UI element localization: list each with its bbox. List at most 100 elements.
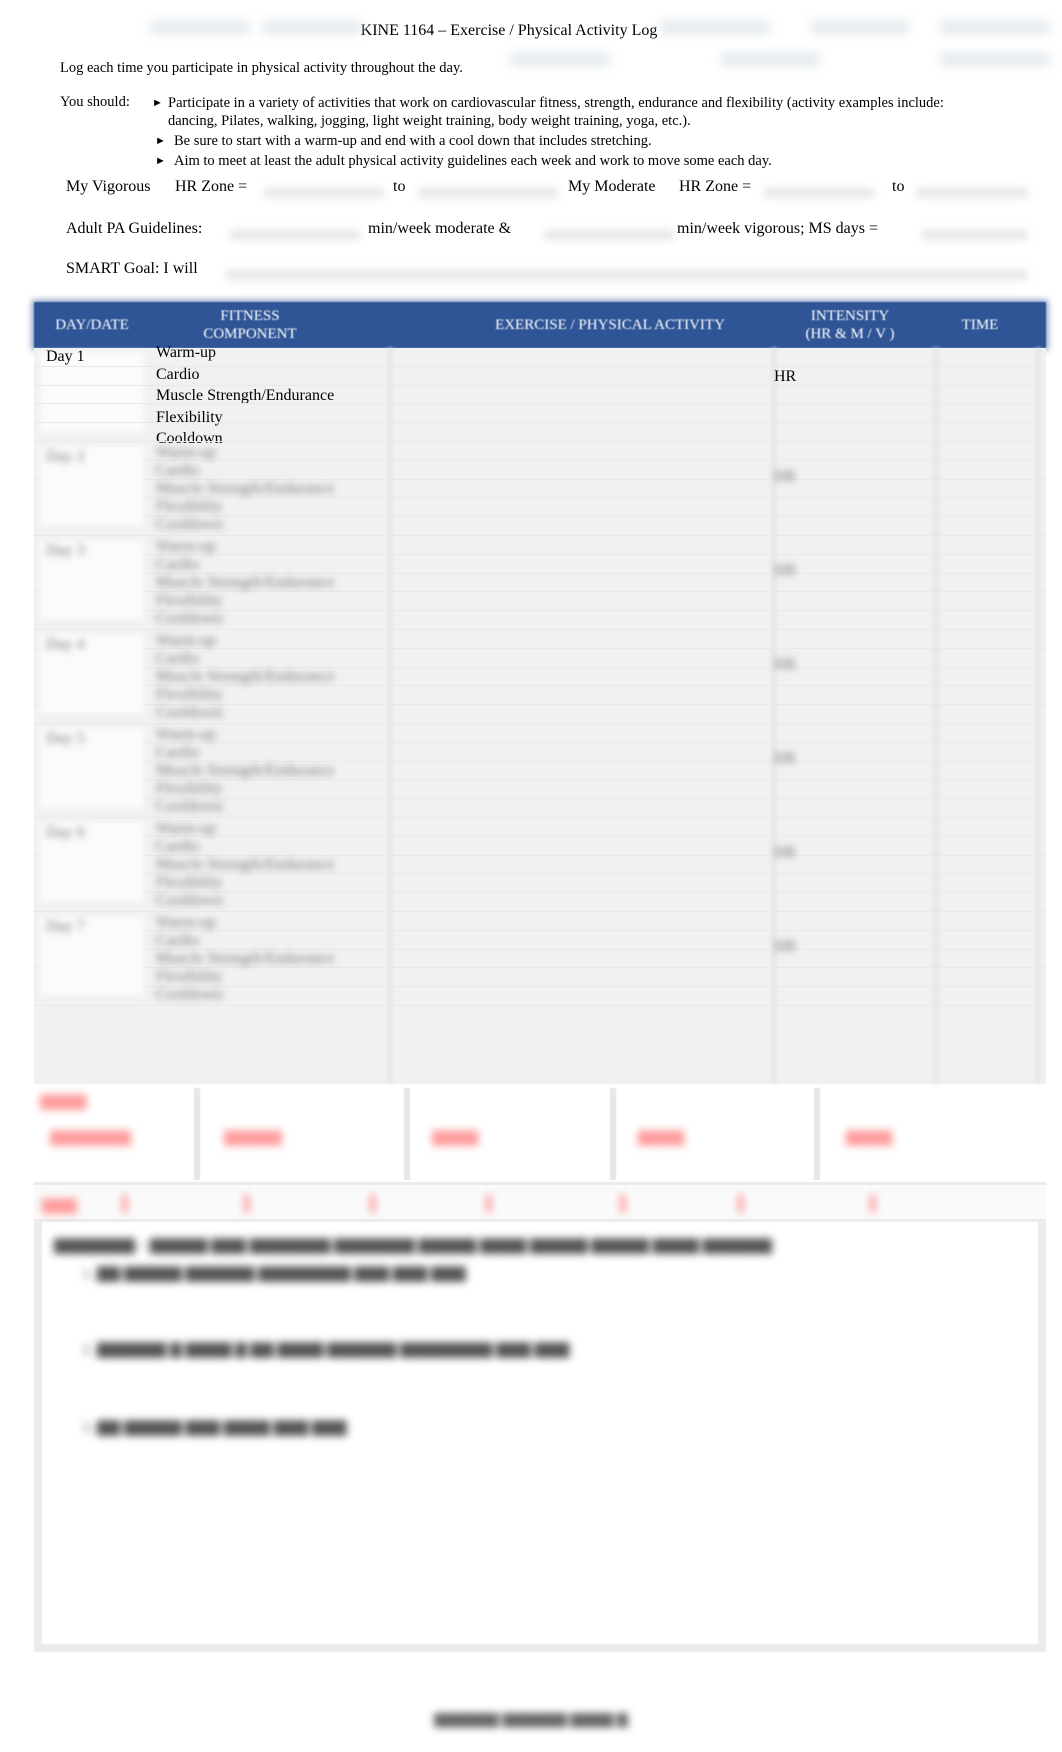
day-label[interactable]: Day 5	[46, 730, 85, 748]
weekly-summary: ▇▇▇▇ ▇▇▇▇▇▇▇ ▇▇▇▇▇ ▇▇▇▇ ▇▇▇▇ ▇▇▇▇	[34, 1088, 1046, 1180]
row-divider	[34, 629, 1046, 630]
component-item: Muscle Strength/Endurance	[156, 668, 335, 685]
component-list: Warm-up Cardio Muscle Strength/Endurance Fl…	[156, 632, 334, 722]
blurred-decoration	[510, 52, 610, 66]
vigorous-hr-label: HR Zone =	[175, 178, 248, 195]
ms-days-field[interactable]	[922, 230, 1028, 240]
component-item: Cooldown	[156, 798, 223, 815]
col-header-day-date: DAY/DATE	[55, 317, 129, 333]
reflection-question[interactable]: 3. ▇▇ ▇▇▇▇▇ ▇▇▇ ▇▇▇▇ ▇▇▇ ▇▇▇	[82, 1418, 346, 1437]
vigorous-hr-to-field[interactable]	[418, 188, 558, 198]
component-item: Warm-up	[156, 726, 217, 743]
component-item: Muscle Strength/Endurance	[156, 762, 335, 779]
component-item: Cooldown	[156, 704, 223, 721]
moderate-label: My Moderate	[568, 178, 656, 195]
component-item: Cooldown	[156, 516, 223, 533]
blurred-decoration	[150, 20, 250, 34]
moderate-minutes-field[interactable]	[230, 230, 360, 240]
bullet-arrow-icon: ►	[155, 155, 166, 167]
component-item: Cardio	[156, 932, 200, 949]
row-divider	[34, 535, 1046, 536]
col-header-time: TIME	[961, 317, 999, 333]
row-divider	[34, 441, 1046, 442]
vigorous-label: My Vigorous	[66, 178, 151, 195]
column-divider	[772, 348, 776, 1084]
reflection-question[interactable]: 2. ▇▇▇▇▇▇ ▇ ▇▇▇▇ ▇ ▇▇ ▇▇▇▇ ▇▇▇▇▇▇ ▇▇▇▇▇▇…	[82, 1340, 569, 1359]
smart-goal-field[interactable]	[226, 270, 1028, 280]
moderate-hr-label: HR Zone =	[679, 178, 752, 195]
component-list: Warm-up Cardio Muscle Strength/Endurance Fl…	[156, 820, 334, 910]
row-divider	[34, 403, 1046, 405]
page-footer: ▇▇▇▇▇▇ ▇▇▇▇▇▇ ▇▇▇▇ ▇	[434, 1713, 628, 1728]
blurred-decoration	[660, 20, 770, 34]
day-label[interactable]: Day 1	[46, 348, 85, 366]
component-list: Warm-up Cardio Muscle Strength/Endurance Fl…	[156, 726, 334, 816]
vigorous-minutes-field[interactable]	[544, 230, 674, 240]
component-list: Warm-up Cardio Muscle Strength/Endurance Fl…	[156, 538, 334, 628]
row-divider	[34, 384, 1046, 386]
blurred-decoration	[720, 52, 820, 66]
intensity-hr-label: HR	[774, 368, 797, 385]
component-item: Warm-up	[156, 538, 217, 555]
component-item: Flexibility	[156, 498, 223, 515]
row-divider	[34, 817, 1046, 818]
intensity-hr-label: HR	[774, 562, 797, 579]
guidelines-label: Adult PA Guidelines:	[66, 220, 203, 237]
day-label[interactable]: Day 6	[46, 824, 85, 842]
component-item: Muscle Strength/Endurance	[156, 856, 335, 873]
component-list: Warm-up Cardio Muscle Strength/Endurance…	[156, 342, 334, 450]
bullet-item: ► Participate in a variety of activities…	[152, 95, 944, 129]
component-item: Cooldown	[156, 892, 223, 909]
intensity-hr-label: HR	[774, 750, 797, 767]
row-divider	[34, 723, 1046, 724]
smart-goal-label: SMART Goal: I will	[66, 260, 198, 277]
intensity-hr-label: HR	[774, 938, 797, 955]
component-item: Cardio	[156, 650, 200, 667]
component-item: Muscle Strength/Endurance	[156, 574, 335, 591]
bullet-arrow-icon: ►	[155, 135, 166, 147]
moderate-hr-to-field[interactable]	[916, 188, 1028, 198]
component-item: Warm-up	[156, 914, 217, 931]
instruction-bullets: ► Participate in a variety of activities…	[152, 94, 972, 172]
row-divider	[34, 365, 1046, 367]
you-should-label: You should:	[60, 94, 130, 110]
reflection-question[interactable]: 1. ▇▇ ▇▇▇▇▇ ▇▇▇▇▇▇ ▇▇▇▇▇▇▇▇ ▇▇▇ ▇▇▇ ▇▇▇	[82, 1264, 466, 1283]
component-flexibility: Flexibility	[156, 408, 223, 426]
table-body: Day 1 Warm-up Cardio Muscle Strength/End…	[34, 344, 1046, 1084]
column-divider	[1036, 348, 1040, 1084]
activity-log-table: DAY/DATE FITNESS COMPONENT EXERCISE / PH…	[34, 302, 1046, 1084]
moderate-hr-from-field[interactable]	[764, 188, 874, 198]
day-label[interactable]: Day 7	[46, 918, 85, 936]
component-list: Warm-up Cardio Muscle Strength/Endurance Fl…	[156, 444, 334, 534]
blurred-decoration	[810, 20, 910, 34]
component-item: Warm-up	[156, 632, 217, 649]
component-item: Flexibility	[156, 686, 223, 703]
intensity-hr-label: HR	[774, 844, 797, 861]
guidelines-vigorous-label: min/week vigorous; MS days =	[677, 220, 879, 237]
component-item: Muscle Strength/Endurance	[156, 480, 335, 497]
column-divider	[388, 348, 392, 1084]
intensity-hr-label: HR	[774, 468, 797, 485]
day-label[interactable]: Day 4	[46, 636, 85, 654]
blurred-decoration	[262, 20, 362, 34]
row-divider	[34, 422, 1046, 424]
moderate-to-label: to	[892, 178, 905, 195]
bullet-item: ► Aim to meet at least the adult physica…	[155, 153, 772, 169]
bullet-arrow-icon: ►	[152, 97, 163, 109]
component-item: Muscle Strength/Endurance	[156, 950, 335, 967]
component-item: Flexibility	[156, 874, 223, 891]
component-item: Cardio	[156, 744, 200, 761]
intro-text: Log each time you participate in physica…	[60, 60, 463, 76]
blurred-decoration	[940, 52, 1050, 66]
component-list: Warm-up Cardio Muscle Strength/Endurance Fl…	[156, 914, 334, 1004]
component-item: Warm-up	[156, 820, 217, 837]
row-divider	[34, 1005, 1046, 1006]
component-item: Cardio	[156, 556, 200, 573]
reflection-section: ▇▇▇▇▇▇▇ – ▇▇▇▇▇ ▇▇▇ ▇▇▇▇▇▇▇ ▇▇▇▇▇▇▇ ▇▇▇▇…	[34, 1222, 1046, 1652]
day-label[interactable]: Day 2	[46, 448, 85, 466]
component-item: Cardio	[156, 462, 200, 479]
blurred-decoration	[940, 20, 1050, 34]
component-item: Cooldown	[156, 610, 223, 627]
day-label[interactable]: Day 3	[46, 542, 85, 560]
vigorous-hr-from-field[interactable]	[264, 188, 384, 198]
